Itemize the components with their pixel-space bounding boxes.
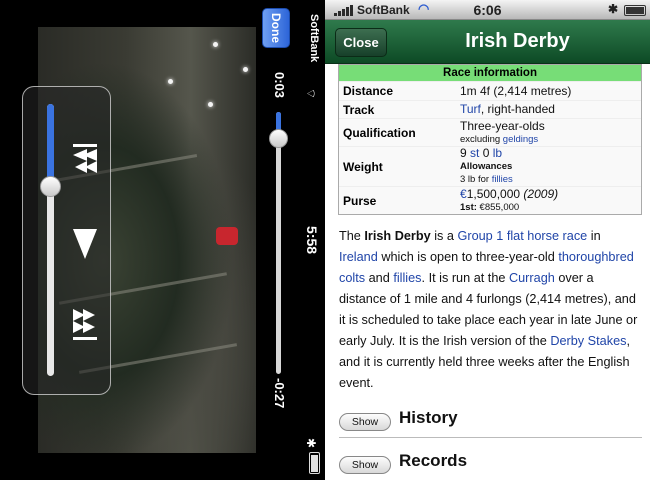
navigation-bar: Close Irish Derby <box>325 20 650 64</box>
scrubber-slider[interactable] <box>269 112 288 374</box>
derby-stakes-link[interactable]: Derby Stakes <box>550 334 626 348</box>
fillies-link[interactable]: fillies <box>393 271 421 285</box>
turf-link[interactable]: Turf <box>460 102 481 116</box>
infobox-label: Weight <box>343 159 383 174</box>
infobox-row-purse: Purse €1,500,000 (2009) 1st: €855,000 <box>339 186 641 214</box>
volume-slider-fill <box>47 104 54 186</box>
section-records: Show Records <box>339 451 642 480</box>
status-clock: 5:58 <box>304 226 320 255</box>
battery-icon <box>624 5 646 16</box>
infobox-row-qualification: Qualification Three-year-olds excluding … <box>339 118 641 146</box>
volume-slider-knob[interactable] <box>40 175 61 197</box>
section-title: Records <box>399 451 468 470</box>
video-player[interactable]: Done 0:03 -0:27 SoftBank ⌔ 5:58 ✱ <box>0 0 325 480</box>
infobox-header: Race information <box>339 65 641 81</box>
article-screen: SoftBank ◠ 6:06 ✱ Close Irish Derby Race… <box>325 0 650 480</box>
remaining-time: -0:27 <box>272 378 287 409</box>
page-title: Irish Derby <box>465 30 570 52</box>
elapsed-time: 0:03 <box>272 72 287 99</box>
infobox-row-track: Track Turf, right-handed <box>339 100 641 118</box>
play-icon[interactable] <box>71 227 99 261</box>
jockey-figure <box>216 227 238 245</box>
euro-link[interactable]: € <box>460 187 467 201</box>
infobox-label: Qualification <box>343 125 416 140</box>
carrier-name: SoftBank <box>308 14 320 63</box>
show-records-button[interactable]: Show <box>339 456 391 474</box>
infobox-label: Purse <box>343 193 377 208</box>
fillies-link[interactable]: fillies <box>492 174 513 185</box>
pound-link[interactable]: lb <box>493 146 502 160</box>
status-clock: 6:06 <box>473 2 502 18</box>
skip-forward-icon[interactable] <box>71 307 99 343</box>
playback-controls-panel <box>22 86 111 395</box>
article-intro: The Irish Derby is a Group 1 flat horse … <box>339 229 638 390</box>
close-button[interactable]: Close <box>335 28 387 57</box>
infobox-value: 9 st 0 lb Allowances 3 lb for fillies <box>460 146 513 186</box>
done-button[interactable]: Done <box>262 8 290 48</box>
section-title: History <box>399 408 458 427</box>
infobox-value: €1,500,000 (2009) 1st: €855,000 <box>460 186 559 213</box>
infobox-row-weight: Weight 9 st 0 lb Allowances 3 lb for fil… <box>339 146 641 186</box>
race-infobox: Race information Distance 1m 4f (2,414 m… <box>338 64 642 215</box>
infobox-value: Turf, right-handed <box>460 102 555 116</box>
status-bar: SoftBank ◠ 6:06 ✱ <box>325 0 650 20</box>
curragh-link[interactable]: Curragh <box>509 271 555 285</box>
geldings-link[interactable]: geldings <box>503 134 538 145</box>
infobox-label: Track <box>343 102 375 117</box>
group-1-link[interactable]: Group 1 flat horse race <box>457 229 587 243</box>
infobox-row-distance: Distance 1m 4f (2,414 metres) <box>339 81 641 100</box>
battery-icon <box>309 452 320 474</box>
wifi-icon: ⌔ <box>304 87 319 100</box>
bluetooth-icon: ✱ <box>608 2 619 16</box>
skip-back-icon[interactable] <box>71 142 99 176</box>
bluetooth-icon: ✱ <box>304 437 319 449</box>
section-history: Show History <box>339 408 642 438</box>
infobox-label: Distance <box>343 84 394 98</box>
show-history-button[interactable]: Show <box>339 413 391 431</box>
infobox-value: Three-year-olds excluding geldings <box>460 118 545 145</box>
infobox-value: 1m 4f (2,414 metres) <box>460 83 572 98</box>
volume-slider[interactable] <box>40 104 61 376</box>
ireland-link[interactable]: Ireland <box>339 250 378 264</box>
stone-link[interactable]: st <box>470 146 479 160</box>
